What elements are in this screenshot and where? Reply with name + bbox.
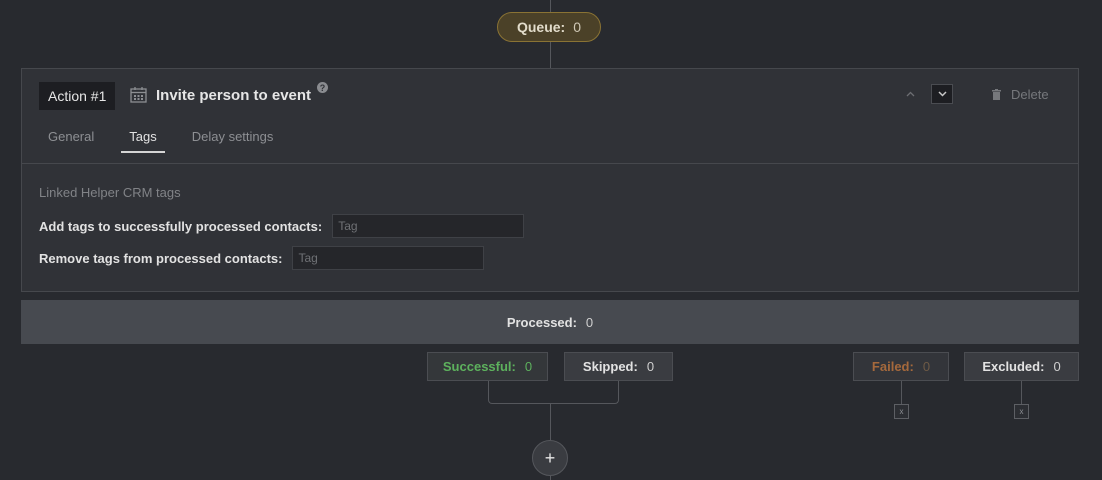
delete-button[interactable]: Delete: [992, 87, 1049, 102]
queue-label: Queue:: [516, 19, 566, 35]
skipped-counter[interactable]: Skipped: 0: [564, 352, 673, 381]
delete-label: Delete: [1011, 87, 1049, 102]
bracket-to-add-line: [550, 404, 551, 440]
trash-icon: [992, 89, 1001, 100]
add-bottom-line: [550, 476, 551, 480]
failed-counter[interactable]: Failed: 0: [853, 352, 949, 381]
crm-tags-heading: Linked Helper CRM tags: [39, 185, 181, 200]
action-tabs: General Tags Delay settings: [48, 129, 308, 153]
failed-count: 0: [922, 359, 931, 374]
queue-to-card-line: [550, 42, 551, 68]
chevron-down-icon: [937, 91, 947, 97]
failed-label: Failed:: [871, 359, 914, 374]
queue-counter: Queue: 0: [497, 12, 601, 42]
skipped-count: 0: [646, 359, 655, 374]
plus-icon[interactable]: +: [532, 440, 568, 476]
help-icon[interactable]: ?: [317, 82, 328, 93]
excluded-label: Excluded:: [982, 359, 1045, 374]
action-title: Invite person to event: [156, 87, 312, 104]
successful-count: 0: [524, 359, 533, 374]
processed-counter: Processed: 0: [21, 300, 1079, 344]
remove-tags-input[interactable]: [292, 246, 485, 270]
successful-counter[interactable]: Successful: 0: [427, 352, 548, 381]
tab-tags[interactable]: Tags: [121, 129, 165, 153]
remove-tags-row: Remove tags from processed contacts:: [39, 246, 485, 270]
tab-general[interactable]: General: [48, 129, 94, 153]
excluded-counter[interactable]: Excluded: 0: [964, 352, 1079, 381]
processed-label: Processed:: [506, 314, 577, 330]
tabs-divider: [22, 163, 1078, 164]
remove-tags-label: Remove tags from processed contacts:: [39, 250, 283, 266]
queue-connector-line: [550, 0, 551, 12]
skipped-label: Skipped:: [582, 359, 638, 374]
calendar-icon: [130, 87, 147, 103]
move-down-button[interactable]: [931, 84, 953, 104]
excluded-count: 0: [1053, 359, 1061, 374]
tab-delay-settings[interactable]: Delay settings: [192, 129, 274, 153]
action-number-badge: Action #1: [39, 82, 116, 110]
add-tags-label: Add tags to successfully processed conta…: [39, 218, 323, 234]
failed-connector-line: [901, 381, 902, 404]
processed-count: 0: [585, 314, 594, 330]
successful-label: Successful:: [442, 359, 516, 374]
queue-count: 0: [573, 19, 582, 35]
close-icon[interactable]: x: [1014, 404, 1029, 419]
excluded-connector-line: [1021, 381, 1022, 404]
add-tags-row: Add tags to successfully processed conta…: [39, 214, 525, 238]
chevron-up-icon[interactable]: [902, 86, 918, 102]
action-card: Action #1 Invite person to event ? Delet…: [21, 68, 1079, 292]
close-icon[interactable]: x: [894, 404, 909, 419]
success-skip-bracket: [488, 381, 619, 404]
add-tags-input[interactable]: [332, 214, 525, 238]
